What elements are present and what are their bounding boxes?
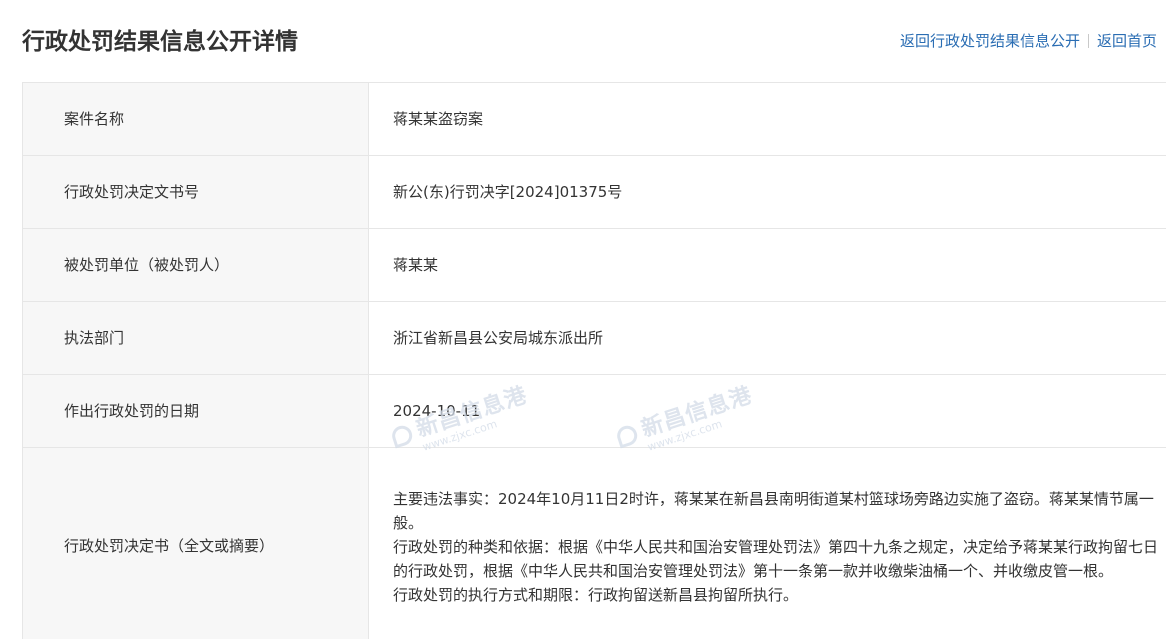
- penalized-party-label: 被处罚单位（被处罚人）: [22, 228, 369, 302]
- decision-basis-paragraph: 行政处罚的种类和依据：根据《中华人民共和国治安管理处罚法》第四十九条之规定，决定…: [393, 538, 1159, 580]
- case-name-value: 蒋某某盗窃案: [368, 82, 1166, 156]
- case-name-label: 案件名称: [22, 82, 369, 156]
- back-to-penalty-list-link[interactable]: 返回行政处罚结果信息公开: [900, 32, 1080, 50]
- page-title: 行政处罚结果信息公开详情: [22, 29, 298, 55]
- top-links: 返回行政处罚结果信息公开 返回首页: [900, 30, 1157, 52]
- page: 行政处罚结果信息公开详情 返回行政处罚结果信息公开 返回首页 案件名称 蒋某某盗窃…: [0, 0, 1166, 639]
- decision-facts-paragraph: 主要违法事实：2024年10月11日2时许，蒋某某在新昌县南明街道某村篮球场旁路…: [393, 490, 1154, 532]
- enforcement-dept-value: 浙江省新昌县公安局城东派出所: [368, 301, 1166, 375]
- decision-text-label: 行政处罚决定书（全文或摘要）: [22, 447, 369, 639]
- penalized-party-value: 蒋某某: [368, 228, 1166, 302]
- row-penalized-party: 被处罚单位（被处罚人） 蒋某某: [22, 228, 1166, 302]
- row-decision-text: 行政处罚决定书（全文或摘要） 主要违法事实：2024年10月11日2时许，蒋某某…: [22, 447, 1166, 639]
- document-no-value: 新公(东)行罚决字[2024]01375号: [368, 155, 1166, 229]
- back-to-home-link[interactable]: 返回首页: [1097, 32, 1157, 50]
- row-enforcement-dept: 执法部门 浙江省新昌县公安局城东派出所: [22, 301, 1166, 375]
- decision-date-value: 2024-10-11: [368, 374, 1166, 448]
- link-divider: [1088, 34, 1090, 48]
- document-no-label: 行政处罚决定文书号: [22, 155, 369, 229]
- detail-table: 案件名称 蒋某某盗窃案 行政处罚决定文书号 新公(东)行罚决字[2024]013…: [22, 82, 1166, 639]
- decision-text-value: 主要违法事实：2024年10月11日2时许，蒋某某在新昌县南明街道某村篮球场旁路…: [368, 447, 1166, 639]
- enforcement-dept-label: 执法部门: [22, 301, 369, 375]
- decision-execution-paragraph: 行政处罚的执行方式和期限：行政拘留送新昌县拘留所执行。: [393, 586, 799, 604]
- row-decision-date: 作出行政处罚的日期 2024-10-11: [22, 374, 1166, 448]
- row-document-no: 行政处罚决定文书号 新公(东)行罚决字[2024]01375号: [22, 155, 1166, 229]
- row-case-name: 案件名称 蒋某某盗窃案: [22, 82, 1166, 156]
- decision-date-label: 作出行政处罚的日期: [22, 374, 369, 448]
